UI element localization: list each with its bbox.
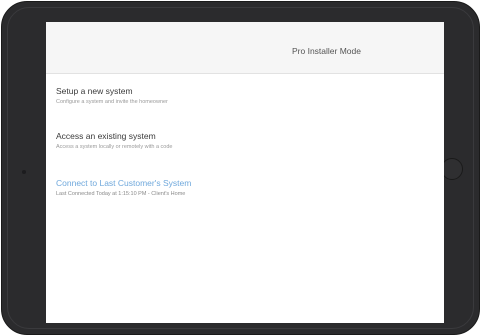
app-screen: Pro Installer Mode Setup a new system Co… [46,22,444,323]
setup-new-system-subtitle: Configure a system and invite the homeow… [56,99,168,105]
access-existing-system-title: Access an existing system [56,131,156,141]
status-bar [46,22,444,37]
access-existing-system-subtitle: Access a system locally or remotely with… [56,144,173,150]
tablet-frame: Pro Installer Mode Setup a new system Co… [1,1,480,335]
camera-icon [22,170,26,174]
navigation-bar: Pro Installer Mode [46,37,444,74]
home-button[interactable] [441,158,463,180]
access-existing-system-option[interactable]: Access an existing system Access a syste… [56,131,434,150]
last-connected-status: Last Connected Today at 1:15:10 PM - Cli… [56,191,186,197]
page-title: Pro Installer Mode [292,46,361,56]
connect-last-customer-link[interactable]: Connect to Last Customer's System [56,178,434,188]
setup-new-system-title: Setup a new system [56,86,133,96]
setup-new-system-option[interactable]: Setup a new system Configure a system an… [56,86,434,105]
connect-last-customer-option[interactable]: Connect to Last Customer's System Last C… [56,178,434,197]
